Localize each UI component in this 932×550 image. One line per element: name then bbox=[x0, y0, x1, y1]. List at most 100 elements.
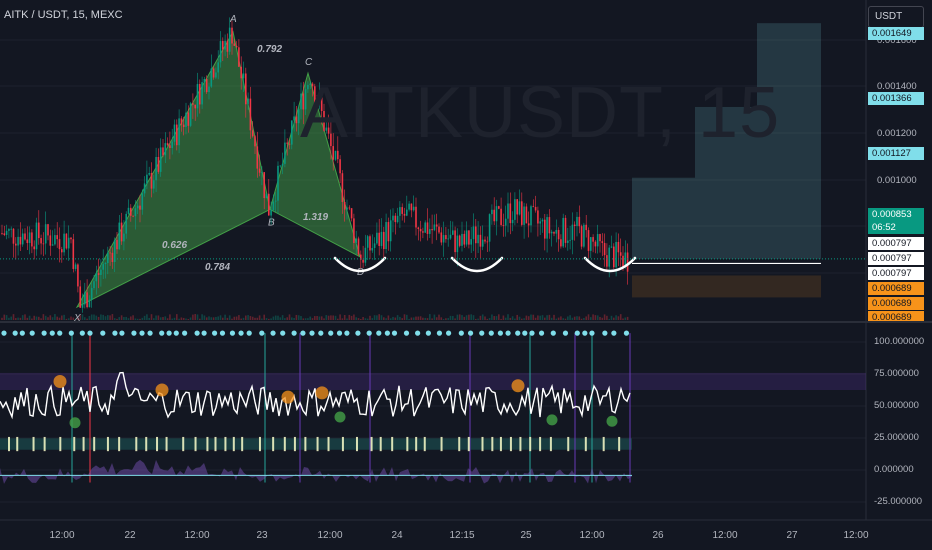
signal-bar bbox=[304, 436, 307, 452]
top-dot bbox=[384, 330, 390, 336]
candle-body bbox=[548, 217, 551, 234]
volume-bar bbox=[424, 317, 426, 320]
candle-body bbox=[281, 163, 284, 166]
candle-body bbox=[458, 235, 461, 246]
candle-body bbox=[146, 174, 148, 184]
candle-body bbox=[454, 230, 456, 253]
volume-bar bbox=[123, 317, 125, 320]
candle-body bbox=[180, 118, 183, 125]
candle-body bbox=[224, 40, 226, 50]
candle-body bbox=[394, 215, 397, 223]
volume-bar bbox=[130, 316, 132, 320]
candle-body bbox=[532, 206, 535, 208]
volume-bar bbox=[72, 317, 75, 320]
candle-body bbox=[516, 199, 518, 215]
volume-bar bbox=[56, 316, 58, 320]
currency-button[interactable]: USDT bbox=[868, 6, 924, 28]
volume-bar bbox=[596, 315, 599, 320]
candle-body bbox=[258, 168, 261, 173]
candle-body bbox=[10, 228, 12, 230]
candle-body bbox=[125, 213, 127, 234]
volume-bar bbox=[521, 318, 523, 320]
symbol-title[interactable]: AITK / USDT, 15, MEXC bbox=[4, 9, 123, 21]
signal-bar bbox=[467, 436, 470, 452]
top-dot bbox=[522, 330, 528, 336]
top-dot bbox=[425, 330, 431, 336]
candle-body bbox=[72, 239, 75, 269]
volume-bar bbox=[615, 315, 617, 320]
top-dot bbox=[211, 330, 218, 336]
top-dot bbox=[259, 330, 265, 336]
candle-body bbox=[3, 233, 6, 235]
candle-body bbox=[587, 230, 590, 251]
volume-bar bbox=[173, 317, 176, 320]
top-dot bbox=[49, 330, 55, 336]
candle-body bbox=[120, 222, 123, 242]
volume-bar bbox=[162, 317, 164, 320]
candle-body bbox=[348, 207, 351, 209]
candle-body bbox=[242, 73, 245, 79]
volume-bar bbox=[544, 317, 546, 320]
signal-bar bbox=[529, 436, 532, 452]
candle-body bbox=[231, 27, 233, 44]
time-axis-label: 12:00 bbox=[317, 530, 343, 541]
overbought-band bbox=[0, 372, 866, 390]
signal-bar bbox=[82, 436, 85, 452]
candle-body bbox=[622, 255, 624, 268]
top-dot bbox=[505, 330, 511, 336]
volume-bar bbox=[534, 317, 537, 320]
candle-body bbox=[594, 241, 597, 247]
signal-bar bbox=[379, 436, 382, 452]
volume-bar bbox=[516, 314, 518, 320]
candle-body bbox=[12, 228, 15, 244]
candle-body bbox=[159, 147, 162, 172]
top-dot bbox=[29, 330, 35, 336]
candle-body bbox=[415, 206, 417, 228]
volume-bar bbox=[468, 314, 470, 320]
signal-bar bbox=[406, 436, 409, 452]
volume-bar bbox=[58, 317, 61, 320]
candle-body bbox=[603, 242, 606, 256]
candle-body bbox=[534, 207, 537, 211]
candle-body bbox=[176, 124, 178, 146]
signal-bar bbox=[370, 436, 373, 452]
volume-bar bbox=[580, 318, 583, 320]
candle-body bbox=[518, 201, 521, 215]
top-dot bbox=[403, 330, 410, 336]
candle-body bbox=[235, 45, 238, 48]
signal-bar bbox=[214, 436, 217, 452]
candle-body bbox=[456, 235, 459, 253]
volume-bar bbox=[157, 315, 160, 320]
top-dot bbox=[445, 330, 452, 336]
divergence-dot bbox=[155, 383, 169, 397]
top-dot bbox=[270, 330, 276, 336]
volume-bar bbox=[180, 317, 183, 320]
volume-bar bbox=[348, 314, 351, 320]
candle-body bbox=[470, 239, 472, 245]
candle-body bbox=[240, 66, 242, 79]
candle-body bbox=[21, 233, 24, 245]
time-axis-label: 12:15 bbox=[449, 530, 475, 541]
candle-body bbox=[153, 180, 155, 189]
volume-bar bbox=[35, 316, 38, 320]
candle-body bbox=[261, 172, 263, 173]
candle-body bbox=[583, 224, 585, 247]
volume-bar bbox=[564, 318, 567, 320]
candle-body bbox=[212, 68, 215, 78]
top-dot bbox=[582, 330, 588, 336]
candle-body bbox=[277, 165, 279, 201]
volume-bar bbox=[387, 315, 390, 320]
volume-bar bbox=[33, 315, 35, 320]
volume-bar bbox=[104, 316, 107, 320]
volume-bar bbox=[284, 318, 286, 320]
candle-body bbox=[385, 222, 387, 250]
candle-body bbox=[288, 143, 291, 145]
volume-bar bbox=[77, 318, 79, 320]
candle-body bbox=[15, 243, 17, 246]
candle-body bbox=[424, 222, 426, 233]
top-dot bbox=[497, 330, 503, 336]
volume-bar bbox=[337, 318, 339, 320]
pattern-ratio-label: 0.792 bbox=[257, 44, 282, 55]
candle-body bbox=[279, 165, 282, 167]
time-axis-label: 12:00 bbox=[49, 530, 75, 541]
